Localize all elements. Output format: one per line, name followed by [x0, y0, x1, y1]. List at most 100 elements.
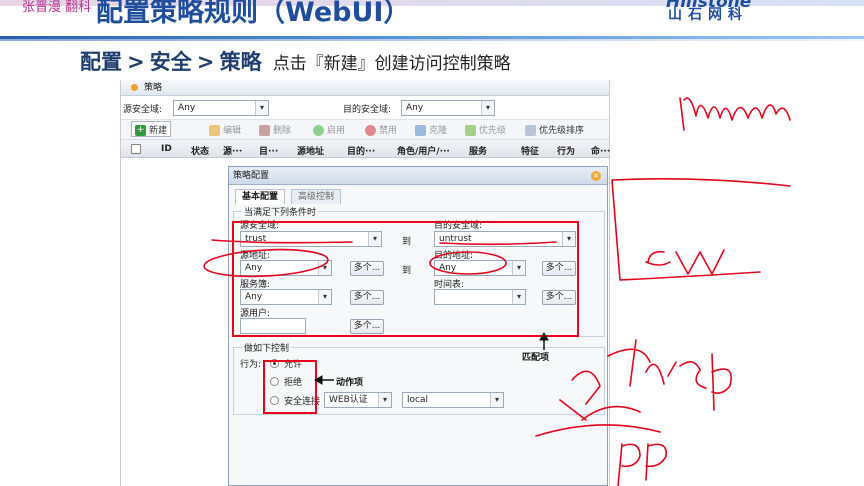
- edit-button[interactable]: 编辑: [209, 123, 241, 136]
- close-icon[interactable]: ×: [591, 171, 601, 181]
- service-more-button[interactable]: 多个...: [350, 290, 384, 305]
- panel-dot-icon: [131, 84, 138, 91]
- col-status[interactable]: 状态: [191, 144, 209, 157]
- action-group: 做如下控制 行为: 允许 拒绝 安全连接 WEB认证 ▾ local ▾: [233, 341, 605, 415]
- service-select[interactable]: Any ▾: [240, 289, 332, 305]
- policy-panel: 策略 源安全域: Any ▾ 目的安全域: Any ▾ + 新建 编辑 删除 启用 禁…: [120, 80, 610, 486]
- disable-button[interactable]: 禁用: [365, 123, 397, 136]
- service-value: Any: [245, 292, 263, 302]
- delete-button[interactable]: 删除: [259, 123, 291, 136]
- ban-icon: [365, 125, 376, 136]
- enable-button[interactable]: 启用: [313, 123, 345, 136]
- col-src-addr[interactable]: 源地址: [297, 144, 324, 157]
- dst-zone-label: 目的安全域:: [434, 221, 483, 231]
- filter-src-zone-select[interactable]: Any ▾: [173, 100, 269, 116]
- col-dst-zone[interactable]: 目···: [259, 144, 278, 157]
- panel-title: 策略: [144, 83, 163, 93]
- enable-label: 启用: [327, 126, 346, 136]
- col-src-zone[interactable]: 源···: [223, 144, 242, 157]
- col-dst-addr[interactable]: 目的···: [347, 144, 375, 157]
- chevron-down-icon: ▾: [490, 393, 503, 407]
- col-service[interactable]: 服务: [469, 144, 487, 157]
- col-role-user[interactable]: 角色/用户/···: [397, 144, 450, 157]
- toolbar: + 新建 编辑 删除 启用 禁用 克隆 优先级 优先级排序: [121, 120, 609, 140]
- permit-radio[interactable]: [270, 359, 279, 368]
- chevron-down-icon: ▾: [562, 232, 575, 246]
- company-logo: Hillstone 山石网科: [666, 0, 796, 32]
- webauth-select[interactable]: WEB认证 ▾: [324, 392, 392, 408]
- col-action[interactable]: 行为: [557, 144, 575, 157]
- chevron-down-icon: ▾: [512, 261, 525, 275]
- priority-icon: [465, 125, 476, 136]
- tab-basic[interactable]: 基本配置: [235, 189, 286, 204]
- chevron-down-icon: ▾: [318, 290, 331, 304]
- corner-tag: 张晋漫 翻科: [22, 0, 92, 15]
- edit-label: 编辑: [223, 126, 242, 136]
- match-legend: 当满足下列条件时: [242, 205, 319, 218]
- handwritten-scribble-top: [679, 97, 791, 131]
- src-addr-more-button[interactable]: 多个...: [350, 261, 384, 276]
- src-user-more-button[interactable]: 多个...: [350, 319, 384, 334]
- col-hit[interactable]: 命···: [591, 144, 610, 157]
- crumb-policy: 策略: [219, 50, 262, 74]
- priority-button[interactable]: 优先级: [465, 123, 506, 136]
- new-button[interactable]: + 新建: [131, 121, 172, 137]
- dialog-title: 策略配置: [233, 171, 270, 181]
- panel-header: 策略: [121, 80, 609, 96]
- crumb-security: 安全: [149, 50, 192, 74]
- schedule-more-button[interactable]: 多个...: [542, 290, 576, 305]
- src-zone-select[interactable]: trust ▾: [240, 231, 382, 247]
- handwritten-box-fw: [611, 178, 791, 281]
- src-addr-select[interactable]: Any ▾: [240, 260, 332, 276]
- to-label: 到: [402, 266, 412, 276]
- webauth-value: WEB认证: [329, 395, 368, 405]
- slide-title: 配置策略规则（WebUI）: [96, 0, 411, 28]
- select-all-checkbox[interactable]: [131, 144, 141, 154]
- col-feature[interactable]: 特征: [521, 144, 539, 157]
- divider-light: [0, 39, 864, 41]
- handwritten-word-ip: [617, 443, 667, 486]
- filter-src-zone-value: Any: [178, 103, 196, 113]
- src-zone-label: 源安全域:: [240, 221, 280, 231]
- plus-icon: +: [135, 125, 146, 136]
- chevron-down-icon: ▾: [378, 393, 391, 407]
- action-label: 行为:: [240, 360, 262, 370]
- match-conditions-group: 当满足下列条件时 源安全域: trust ▾ 到 目的安全域: untrust ▾ …: [233, 205, 605, 337]
- new-label: 新建: [149, 126, 168, 136]
- dst-addr-select[interactable]: Any ▾: [434, 260, 526, 276]
- chevron-down-icon: ▾: [481, 101, 494, 115]
- secure-radio[interactable]: [270, 396, 279, 405]
- slide: 张晋漫 翻科 配置策略规则（WebUI） Hillstone 山石网科 配置 >…: [0, 0, 864, 486]
- filter-dst-zone-select[interactable]: Any ▾: [401, 100, 495, 116]
- local-value: local: [407, 395, 428, 405]
- local-select[interactable]: local ▾: [402, 392, 504, 408]
- tab-advanced[interactable]: 高级控制: [291, 189, 342, 204]
- breadcrumb: 配置 > 安全 > 策略 点击『新建』创建访问控制策略: [80, 46, 511, 76]
- clone-label: 克隆: [429, 126, 448, 136]
- crumb-config: 配置: [80, 50, 122, 74]
- policy-config-dialog: 策略配置 × 基本配置 高级控制 当满足下列条件时 源安全域: trust ▾ 到…: [228, 166, 608, 486]
- to-label: 到: [402, 237, 412, 247]
- dialog-header: 策略配置: [229, 167, 607, 185]
- dst-addr-value: Any: [439, 263, 457, 273]
- deny-radio[interactable]: [270, 377, 279, 386]
- trash-icon: [259, 125, 270, 136]
- deny-label: 拒绝: [284, 378, 303, 388]
- col-id[interactable]: ID: [161, 144, 172, 154]
- src-user-input[interactable]: [240, 318, 306, 334]
- delete-label: 删除: [273, 126, 292, 136]
- crumb-sep: >: [127, 50, 145, 74]
- match-items-annotation: 匹配项: [522, 353, 550, 363]
- chevron-down-icon: ▾: [368, 232, 381, 246]
- priority-sort-button[interactable]: 优先级排序: [525, 123, 584, 136]
- sort-icon: [525, 125, 536, 136]
- dst-zone-select[interactable]: untrust ▾: [434, 231, 576, 247]
- chevron-down-icon: ▾: [318, 261, 331, 275]
- src-zone-value: trust: [245, 234, 267, 244]
- permit-label: 允许: [284, 360, 303, 370]
- filter-dst-zone-label: 目的安全域:: [343, 105, 392, 115]
- dst-addr-more-button[interactable]: 多个...: [542, 261, 576, 276]
- clone-button[interactable]: 克隆: [415, 123, 447, 136]
- priority-sort-label: 优先级排序: [539, 126, 585, 136]
- schedule-select[interactable]: ▾: [434, 289, 526, 305]
